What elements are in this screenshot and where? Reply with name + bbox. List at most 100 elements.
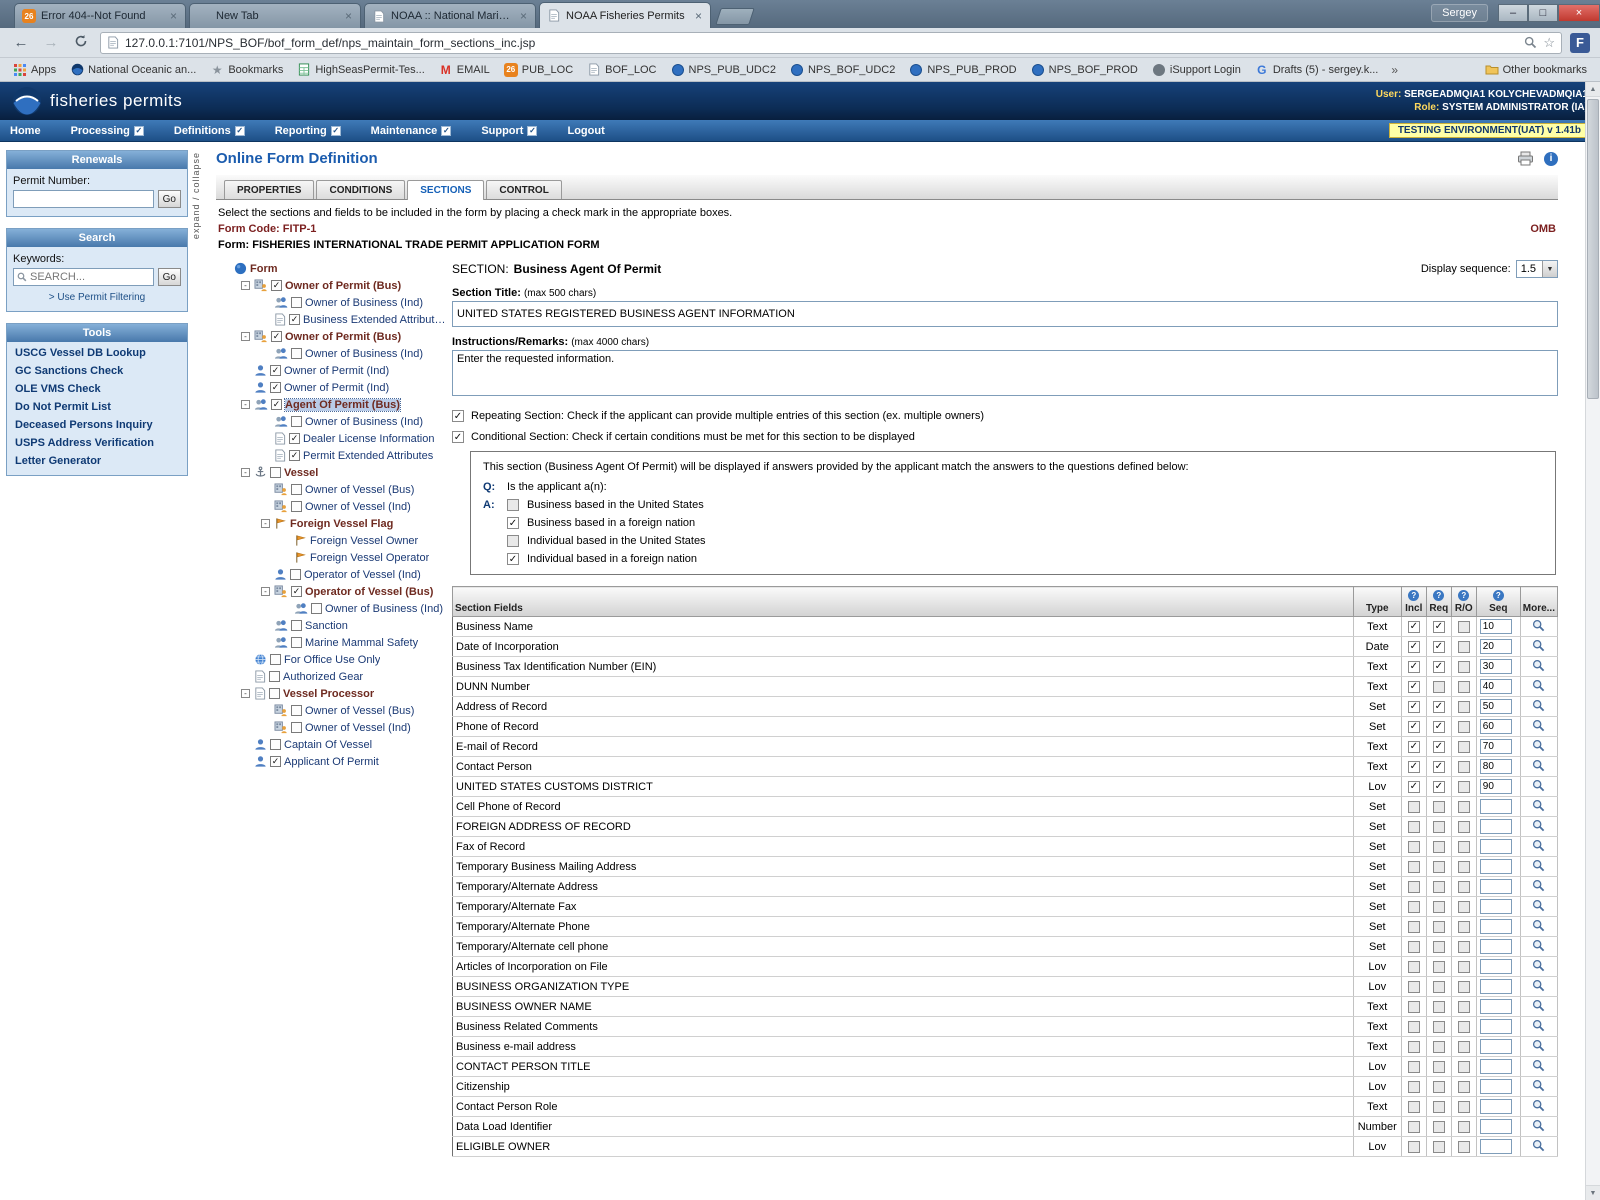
tree-node-label[interactable]: Marine Mammal Safety — [305, 637, 418, 649]
permit-number-input[interactable] — [13, 190, 154, 208]
tree-node[interactable]: For Office Use Only — [216, 651, 446, 668]
field-req-checkbox[interactable] — [1433, 781, 1445, 793]
field-incl-checkbox[interactable] — [1408, 1061, 1420, 1073]
tree-node[interactable]: Applicant Of Permit — [216, 753, 446, 770]
field-ro-checkbox[interactable] — [1458, 621, 1470, 633]
field-ro-checkbox[interactable] — [1458, 941, 1470, 953]
field-req-checkbox[interactable] — [1433, 1101, 1445, 1113]
tree-collapse-icon[interactable]: - — [241, 400, 250, 409]
field-seq-input[interactable] — [1480, 939, 1512, 954]
tree-node-label[interactable]: Sanction — [305, 620, 348, 632]
tree-node-label[interactable]: Authorized Gear — [283, 671, 363, 683]
tree-node[interactable]: Permit Extended Attributes — [216, 447, 446, 464]
field-seq-input[interactable] — [1480, 1099, 1512, 1114]
field-ro-checkbox[interactable] — [1458, 661, 1470, 673]
field-more-button[interactable] — [1520, 1117, 1557, 1137]
tree-collapse-icon[interactable]: - — [241, 689, 250, 698]
field-req-checkbox[interactable] — [1433, 821, 1445, 833]
browser-tab[interactable]: New Tab× — [189, 3, 361, 28]
answer-checkbox[interactable] — [507, 517, 519, 529]
permit-filtering-link[interactable]: > Use Permit Filtering — [13, 292, 181, 303]
conditional-section-checkbox[interactable] — [452, 431, 464, 443]
tree-collapse-icon[interactable]: - — [241, 468, 250, 477]
bookmark-item[interactable]: NPS_PUB_UDC2 — [666, 61, 781, 79]
answer-checkbox[interactable] — [507, 499, 519, 511]
tree-node-label[interactable]: Owner of Permit (Ind) — [284, 365, 389, 377]
field-seq-input[interactable] — [1480, 919, 1512, 934]
field-ro-checkbox[interactable] — [1458, 901, 1470, 913]
tree-node-label[interactable]: Foreign Vessel Operator — [310, 552, 429, 564]
field-incl-checkbox[interactable] — [1408, 841, 1420, 853]
field-incl-checkbox[interactable] — [1408, 821, 1420, 833]
tree-collapse-icon[interactable]: - — [261, 519, 270, 528]
field-more-button[interactable] — [1520, 917, 1557, 937]
tree-node[interactable]: Owner of Vessel (Ind) — [216, 498, 446, 515]
tree-node[interactable]: Marine Mammal Safety — [216, 634, 446, 651]
field-more-button[interactable] — [1520, 1097, 1557, 1117]
tree-node[interactable]: Captain Of Vessel — [216, 736, 446, 753]
tree-node-label[interactable]: Captain Of Vessel — [284, 739, 372, 751]
browser-tab[interactable]: 26Error 404--Not Found× — [14, 3, 186, 28]
tool-link[interactable]: GC Sanctions Check — [7, 362, 187, 380]
field-seq-input[interactable] — [1480, 699, 1512, 714]
field-more-button[interactable] — [1520, 877, 1557, 897]
field-more-button[interactable] — [1520, 1017, 1557, 1037]
tab-conditions[interactable]: CONDITIONS — [316, 180, 405, 199]
field-incl-checkbox[interactable] — [1408, 961, 1420, 973]
field-incl-checkbox[interactable] — [1408, 801, 1420, 813]
field-ro-checkbox[interactable] — [1458, 821, 1470, 833]
field-ro-checkbox[interactable] — [1458, 641, 1470, 653]
tab-close-icon[interactable]: × — [519, 9, 528, 23]
tree-collapse-icon[interactable]: - — [241, 332, 250, 341]
display-sequence-select[interactable]: 1.5 ▼ — [1516, 260, 1558, 278]
forward-button[interactable]: → — [40, 34, 62, 51]
field-ro-checkbox[interactable] — [1458, 721, 1470, 733]
nav-item-reporting[interactable]: Reporting✓ — [275, 125, 341, 137]
field-req-checkbox[interactable] — [1433, 1141, 1445, 1153]
tree-node-label[interactable]: Owner of Vessel (Ind) — [305, 501, 411, 513]
tree-node[interactable]: Owner of Vessel (Ind) — [216, 719, 446, 736]
tree-node-checkbox[interactable] — [291, 586, 302, 597]
field-incl-checkbox[interactable] — [1408, 661, 1420, 673]
tool-link[interactable]: Letter Generator — [7, 452, 187, 470]
tab-close-icon[interactable]: × — [694, 9, 703, 23]
tree-node[interactable]: - Vessel Processor — [216, 685, 446, 702]
field-seq-input[interactable] — [1480, 659, 1512, 674]
nav-item-processing[interactable]: Processing✓ — [71, 125, 144, 137]
field-more-button[interactable] — [1520, 897, 1557, 917]
browser-profile-button[interactable]: Sergey — [1431, 4, 1488, 22]
tool-link[interactable]: USCG Vessel DB Lookup — [7, 344, 187, 362]
field-ro-checkbox[interactable] — [1458, 961, 1470, 973]
field-more-button[interactable] — [1520, 997, 1557, 1017]
field-req-checkbox[interactable] — [1433, 1061, 1445, 1073]
field-ro-checkbox[interactable] — [1458, 1121, 1470, 1133]
field-seq-input[interactable] — [1480, 739, 1512, 754]
field-more-button[interactable] — [1520, 1037, 1557, 1057]
field-req-checkbox[interactable] — [1433, 841, 1445, 853]
tree-node[interactable]: -Foreign Vessel Flag — [216, 515, 446, 532]
tree-node-checkbox[interactable] — [270, 365, 281, 376]
vertical-scrollbar[interactable]: ▲ ▼ — [1585, 82, 1600, 1200]
tree-node[interactable]: Owner of Vessel (Bus) — [216, 481, 446, 498]
tree-node[interactable]: Owner of Permit (Ind) — [216, 362, 446, 379]
tree-node[interactable]: Form — [216, 260, 446, 277]
tree-node-label[interactable]: Vessel Processor — [283, 688, 374, 700]
field-more-button[interactable] — [1520, 857, 1557, 877]
tree-node-label[interactable]: Owner of Permit (Ind) — [284, 382, 389, 394]
bookmark-item[interactable]: 26PUB_LOC — [499, 61, 578, 79]
field-incl-checkbox[interactable] — [1408, 721, 1420, 733]
tree-node-label[interactable]: Permit Extended Attributes — [303, 450, 433, 462]
tree-node-label[interactable]: Owner of Business (Ind) — [305, 348, 423, 360]
tree-node-checkbox[interactable] — [289, 433, 300, 444]
field-seq-input[interactable] — [1480, 879, 1512, 894]
field-incl-checkbox[interactable] — [1408, 621, 1420, 633]
bookmark-item[interactable]: NPS_BOF_PROD — [1026, 61, 1143, 79]
field-incl-checkbox[interactable] — [1408, 1041, 1420, 1053]
tree-node-label[interactable]: Owner of Business (Ind) — [305, 416, 423, 428]
field-req-checkbox[interactable] — [1433, 1081, 1445, 1093]
tree-node-checkbox[interactable] — [271, 331, 282, 342]
tree-node-checkbox[interactable] — [270, 654, 281, 665]
omb-link[interactable]: OMB — [1530, 223, 1556, 235]
tree-node[interactable]: Dealer License Information — [216, 430, 446, 447]
field-incl-checkbox[interactable] — [1408, 1081, 1420, 1093]
